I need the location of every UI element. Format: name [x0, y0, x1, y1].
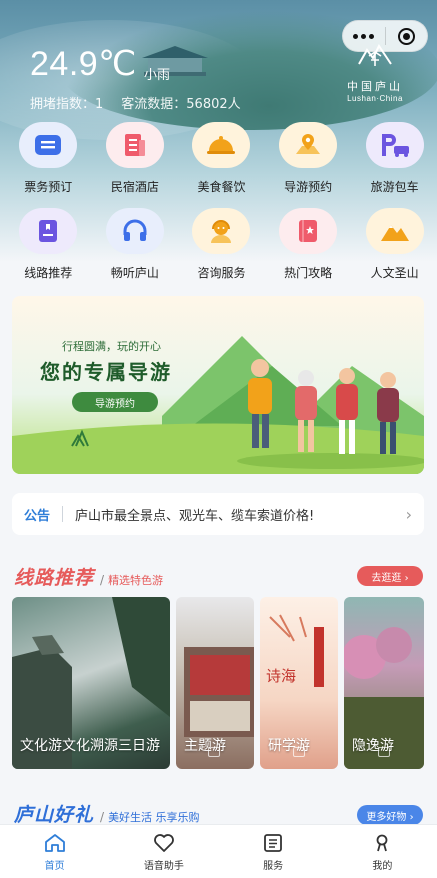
- notice-bar[interactable]: 公告 庐山市最全景点、观光车、缆车索道价格! ›: [12, 493, 424, 535]
- title-slash: /: [100, 573, 105, 587]
- tab-bar: 首页 语音助手 服务 我的: [0, 824, 437, 878]
- gifts-section-header: 庐山好礼 / 美好生活 乐享乐购: [14, 800, 200, 827]
- logo-cn: 中国庐山: [347, 80, 403, 93]
- quick-action-label: 咨询服务: [197, 266, 246, 280]
- gifts-desc: 美好生活 乐享乐购: [108, 811, 200, 824]
- banner-title: 您的专属导游: [40, 360, 172, 384]
- hotel-icon: [105, 122, 164, 168]
- temperature: 24.9℃: [30, 45, 137, 83]
- quick-action-guide[interactable]: 导游预约: [266, 122, 351, 208]
- quick-action-label: 线路推荐: [24, 266, 73, 280]
- tab-label: 我的: [372, 861, 393, 872]
- title-slash: /: [100, 810, 105, 824]
- quick-action-car[interactable]: 旅游包车: [352, 122, 437, 208]
- more-menu-icon[interactable]: [343, 33, 385, 39]
- svg-text:诗海: 诗海: [266, 667, 296, 685]
- route-cards: 文化游文化溯源三日游 主题游 诗海 研学游 隐逸游: [12, 597, 424, 769]
- notice-tag: 公告: [24, 508, 51, 524]
- quick-action-label: 人文圣山: [370, 266, 419, 280]
- quick-actions-row-1: 票务预订 民宿酒店 美食餐饮 导游预约 旅游包车: [0, 122, 437, 208]
- route-card-sub-icon: [378, 747, 390, 757]
- quick-action-label: 民宿酒店: [110, 180, 159, 194]
- banner-illustration: [12, 336, 424, 474]
- tab-home[interactable]: 首页: [0, 825, 109, 878]
- quick-action-tickets[interactable]: 票务预订: [6, 122, 91, 208]
- quick-action-label: 畅听庐山: [110, 266, 159, 280]
- tab-label: 首页: [44, 861, 65, 872]
- quick-action-hot-guides[interactable]: 热门攻略: [266, 208, 351, 294]
- guide-banner[interactable]: 行程圆满，玩的开心 您的专属导游 导游预约: [12, 296, 424, 474]
- guide-book-icon: [279, 208, 338, 254]
- tab-voice-assistant[interactable]: 语音助手: [109, 825, 218, 878]
- visitor-count: 客流数据：56802人: [121, 97, 241, 112]
- quick-action-label: 票务预订: [24, 180, 73, 194]
- user-icon: [376, 834, 388, 852]
- ticket-icon: [19, 122, 78, 168]
- quick-action-hotel[interactable]: 民宿酒店: [93, 122, 178, 208]
- dish-icon: [192, 122, 251, 168]
- route-card-label: 文化游文化溯源三日游: [20, 738, 160, 754]
- home-icon: [44, 834, 65, 852]
- routes-section-header: 线路推荐 / 精选特色游: [14, 563, 163, 590]
- lushan-logo: 中国庐山 Lushan·China: [340, 42, 410, 106]
- banner-subtitle: 行程圆满，玩的开心: [62, 340, 161, 353]
- tab-mine[interactable]: 我的: [328, 825, 437, 878]
- tab-label: 语音助手: [143, 861, 184, 872]
- weather-text: 小雨: [144, 68, 171, 83]
- gifts-title: 庐山好礼: [14, 804, 95, 826]
- routes-desc: 精选特色游: [108, 574, 164, 587]
- headphones-icon: [105, 208, 164, 254]
- routes-more-button[interactable]: 去逛逛 ›: [357, 566, 423, 586]
- route-card-theme[interactable]: 主题游: [176, 597, 254, 769]
- list-icon: [264, 834, 283, 852]
- lushan-logo-mark: [358, 44, 392, 66]
- congestion-index: 拥堵指数：1: [30, 97, 104, 112]
- quick-action-routes[interactable]: 线路推荐: [6, 208, 91, 294]
- quick-action-consult[interactable]: 咨询服务: [179, 208, 264, 294]
- notice-divider: [62, 506, 64, 522]
- quick-action-food[interactable]: 美食餐饮: [179, 122, 264, 208]
- gifts-more-button[interactable]: 更多好物 ›: [357, 805, 423, 825]
- notice-text: 庐山市最全景点、观光车、缆车索道价格!: [75, 508, 315, 524]
- mountain-icon: [365, 208, 424, 254]
- route-card-sub-icon: [293, 747, 305, 757]
- tab-services[interactable]: 服务: [219, 825, 328, 878]
- metrics: 拥堵指数：1 客流数据：56802人: [30, 93, 241, 112]
- guide-map-icon: [279, 122, 338, 168]
- quick-action-label: 热门攻略: [284, 266, 333, 280]
- quick-action-label: 旅游包车: [370, 180, 419, 194]
- quick-action-label: 导游预约: [284, 180, 333, 194]
- parking-car-icon: [365, 122, 424, 168]
- route-card-study[interactable]: 诗海 研学游: [260, 597, 338, 769]
- guide-booking-button[interactable]: 导游预约: [72, 392, 158, 412]
- logo-en: Lushan·China: [347, 94, 403, 103]
- route-card-sub-icon: [208, 747, 220, 757]
- quick-action-culture[interactable]: 人文圣山: [352, 208, 437, 294]
- quick-actions-grid: 票务预订 民宿酒店 美食餐饮 导游预约 旅游包车 线路推荐 畅听庐山 咨询服务 …: [0, 122, 437, 294]
- route-book-icon: [19, 208, 78, 254]
- quick-action-audio[interactable]: 畅听庐山: [93, 208, 178, 294]
- heart-icon: [153, 834, 174, 852]
- route-card-culture[interactable]: 文化游文化溯源三日游: [12, 597, 170, 769]
- routes-title: 线路推荐: [14, 567, 95, 589]
- quick-action-label: 美食餐饮: [197, 180, 246, 194]
- tab-label: 服务: [263, 861, 284, 872]
- route-card-retreat[interactable]: 隐逸游: [344, 597, 424, 769]
- quick-actions-row-2: 线路推荐 畅听庐山 咨询服务 热门攻略 人文圣山: [0, 208, 437, 294]
- chevron-right-icon: ›: [405, 504, 412, 524]
- service-agent-icon: [192, 208, 251, 254]
